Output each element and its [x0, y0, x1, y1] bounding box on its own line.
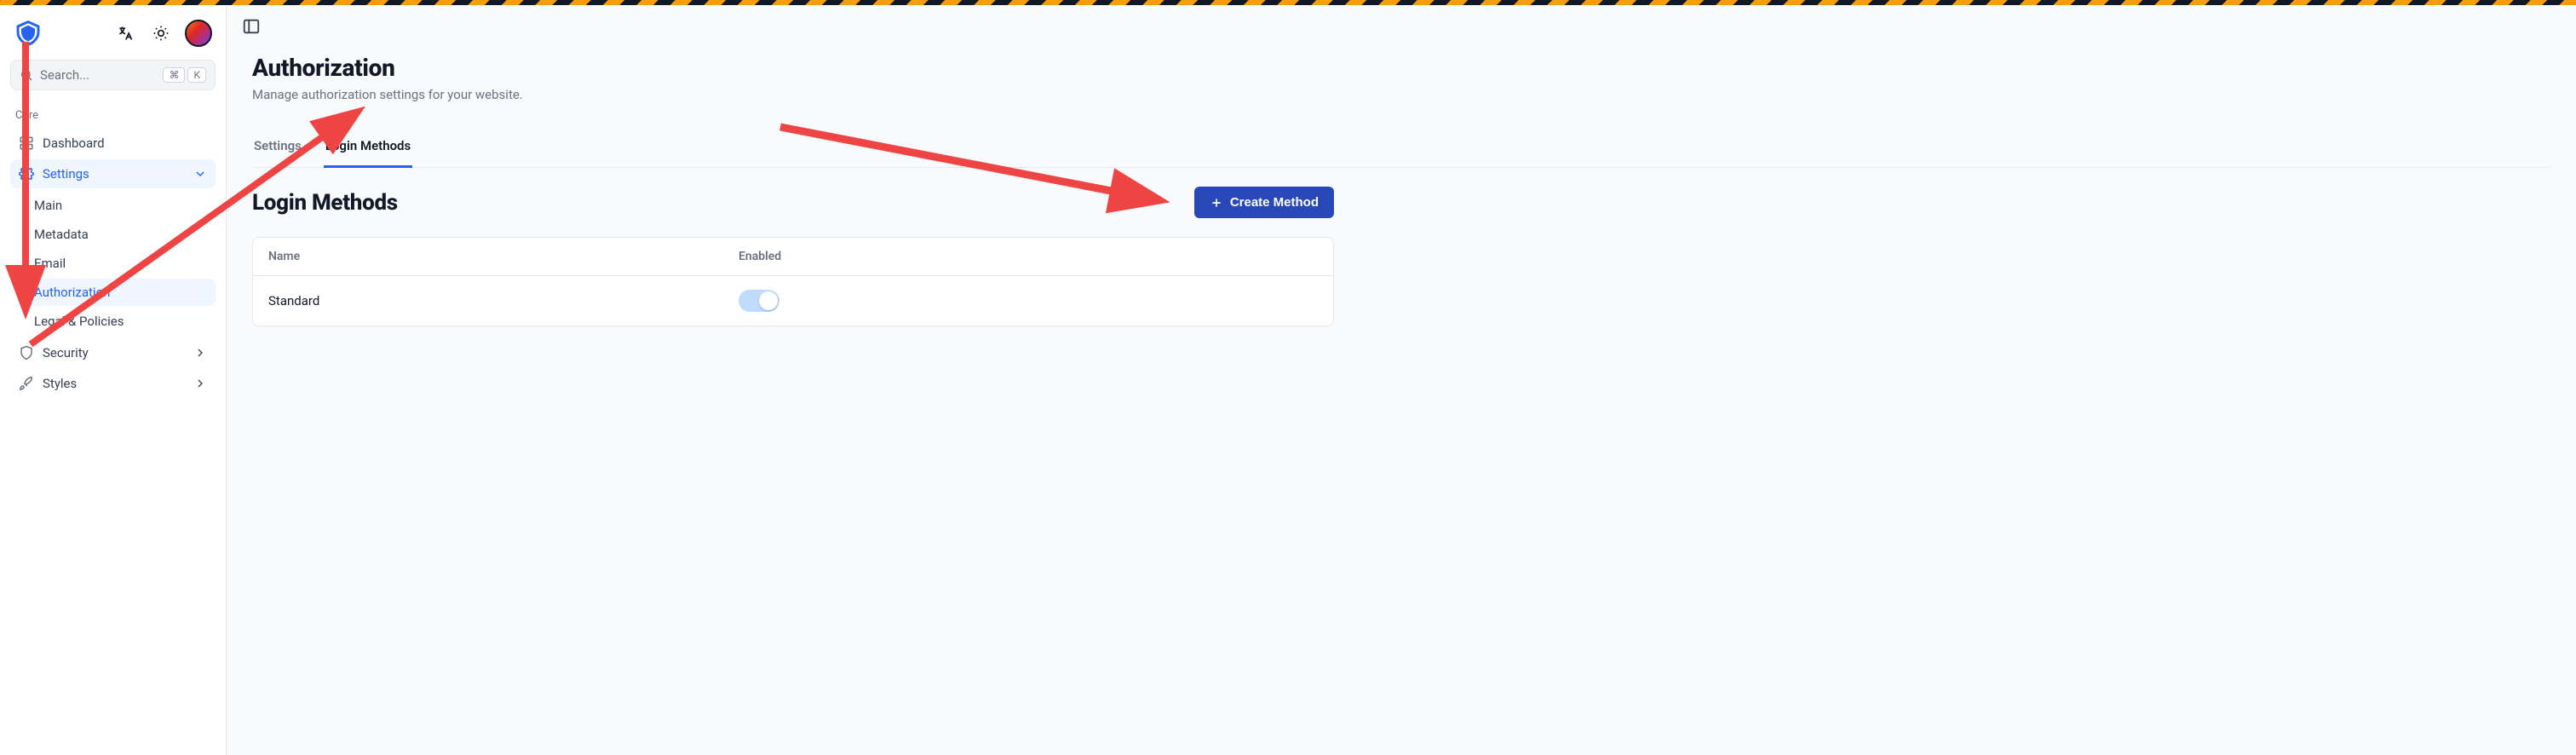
sidebar-item-email[interactable]: Email	[24, 250, 216, 277]
sidebar-item-label: Security	[43, 345, 89, 360]
chevron-down-icon	[193, 167, 207, 181]
tab-login-methods[interactable]: Login Methods	[324, 128, 412, 168]
sidebar-nav: Dashboard Settings Main Metadata Email A…	[10, 129, 216, 398]
search-placeholder: Search...	[40, 67, 163, 83]
search-shortcut: ⌘ K	[163, 67, 206, 83]
create-method-button[interactable]: Create Method	[1194, 187, 1334, 218]
sidebar-item-settings[interactable]: Settings	[10, 159, 216, 188]
toggle-sidebar-button[interactable]	[239, 14, 264, 42]
sidebar-item-label: Dashboard	[43, 135, 105, 151]
plus-icon	[1210, 196, 1223, 210]
sun-icon	[152, 25, 170, 42]
language-button[interactable]	[113, 21, 137, 45]
table-row[interactable]: Standard	[253, 276, 1333, 326]
sidebar-item-label: Styles	[43, 376, 77, 391]
sidebar-item-label: Settings	[43, 166, 89, 182]
search-input[interactable]: Search... ⌘ K	[10, 60, 216, 90]
page-subtitle: Manage authorization settings for your w…	[252, 87, 2550, 102]
translate-icon	[117, 25, 134, 42]
sidebar: Search... ⌘ K Core Dashboard Setting	[0, 5, 227, 755]
shield-logo-icon	[14, 20, 42, 47]
create-button-label: Create Method	[1230, 195, 1319, 210]
sidebar-item-security[interactable]: Security	[10, 338, 216, 367]
column-name: Name	[268, 250, 739, 263]
app-logo[interactable]	[14, 19, 43, 48]
search-icon	[20, 68, 33, 82]
gear-icon	[19, 166, 34, 182]
chevron-right-icon	[193, 377, 207, 390]
sidebar-item-authorization[interactable]: Authorization	[24, 279, 216, 306]
chevron-right-icon	[193, 346, 207, 360]
user-avatar[interactable]	[185, 20, 212, 47]
panel-left-icon	[242, 17, 261, 36]
sidebar-item-legal[interactable]: Legal & Policies	[24, 308, 216, 335]
page-title: Authorization	[252, 54, 2550, 82]
tabs: Settings Login Methods	[252, 128, 2550, 168]
tab-settings[interactable]: Settings	[252, 128, 303, 168]
table-header: Name Enabled	[253, 238, 1333, 276]
settings-subnav: Main Metadata Email Authorization Legal …	[24, 192, 216, 335]
main-toolbar	[227, 5, 2576, 50]
shield-icon	[19, 345, 34, 360]
row-name: Standard	[268, 293, 739, 308]
main-content: Authorization Manage authorization setti…	[227, 5, 2576, 755]
dashboard-icon	[19, 135, 34, 151]
section-title: Login Methods	[252, 190, 398, 216]
sidebar-section-core: Core	[10, 104, 216, 129]
rocket-icon	[19, 376, 34, 391]
sidebar-item-styles[interactable]: Styles	[10, 369, 216, 398]
sidebar-item-main[interactable]: Main	[24, 192, 216, 219]
sidebar-item-metadata[interactable]: Metadata	[24, 221, 216, 248]
sidebar-item-dashboard[interactable]: Dashboard	[10, 129, 216, 158]
sidebar-header	[10, 14, 216, 60]
enabled-toggle[interactable]	[739, 290, 779, 312]
column-enabled: Enabled	[739, 250, 1318, 263]
login-methods-table: Name Enabled Standard	[252, 237, 1334, 326]
toggle-knob	[759, 291, 778, 310]
theme-button[interactable]	[149, 21, 173, 45]
